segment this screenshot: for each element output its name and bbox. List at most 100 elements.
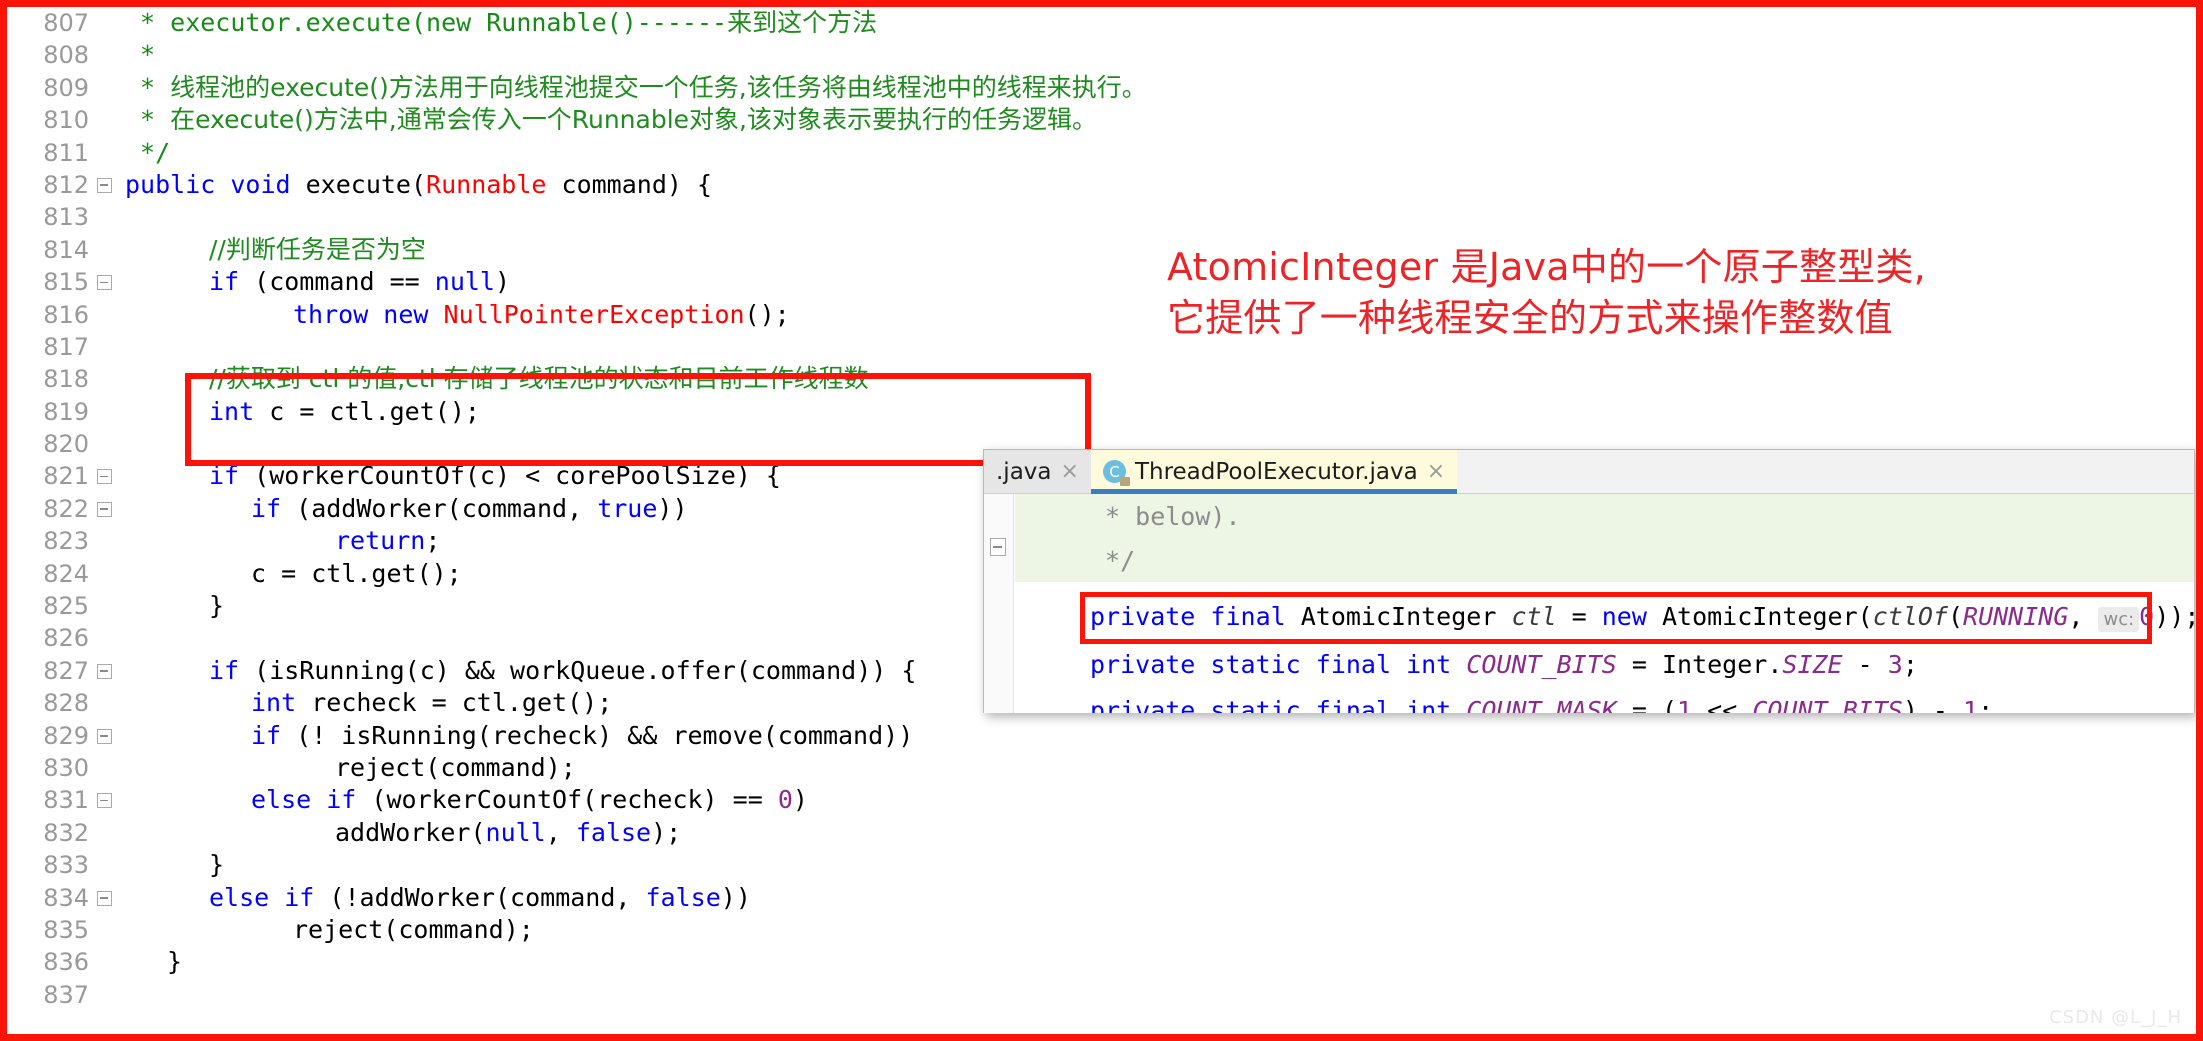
code-line[interactable]: 829 if (! isRunning(recheck) && remove(co…: [7, 720, 2196, 752]
code-text: if (addWorker(command, true)): [125, 493, 688, 525]
code-line[interactable]: 834 else if (!addWorker(command, false)): [7, 882, 2196, 914]
code-line[interactable]: 811 */: [7, 137, 2196, 169]
code-fold-icon[interactable]: [97, 177, 112, 193]
code-line[interactable]: 837: [7, 979, 2196, 1011]
code-token: execute(: [305, 169, 427, 199]
code-text: addWorker(null, false);: [125, 817, 681, 849]
code-text: if (isRunning(c) && workQueue.offer(comm…: [125, 655, 916, 687]
code-token: ) -: [1902, 696, 1964, 713]
code-line[interactable]: 835 reject(command);: [7, 914, 2196, 946]
editor-tab-inactive[interactable]: .java ×: [984, 450, 1091, 493]
code-token: recheck = ctl.get();: [311, 688, 613, 718]
line-number: 817: [43, 332, 89, 361]
code-text: int recheck = ctl.get();: [125, 687, 612, 719]
code-token: command) {: [561, 169, 713, 199]
code-line[interactable]: 810 * 在execute()方法中,通常会传入一个Runnable对象,该对…: [7, 104, 2196, 136]
tab-close-icon[interactable]: ×: [1061, 460, 1079, 483]
code-fold-icon[interactable]: [97, 501, 112, 517]
code-token: if: [251, 493, 297, 523]
line-number: 829: [43, 721, 89, 750]
code-fold-icon[interactable]: [97, 793, 112, 809]
code-text: throw new NullPointerException();: [125, 299, 790, 331]
popup-code-line[interactable]: * below).: [1090, 498, 1240, 536]
code-line[interactable]: 812 public void execute(Runnable command)…: [7, 169, 2196, 201]
code-text: }: [125, 946, 182, 978]
code-token: (workerCountOf(c) < corePoolSize) {: [254, 461, 781, 491]
code-token: addWorker(: [335, 817, 486, 847]
code-token: int: [209, 396, 270, 426]
threadpoolexecutor-popup-window[interactable]: .java × C ThreadPoolExecutor.java × * below)…: [983, 449, 2195, 713]
code-text: }: [125, 849, 224, 881]
code-token: ,: [2068, 602, 2099, 631]
code-line[interactable]: 836}: [7, 946, 2196, 978]
code-token: *: [125, 40, 156, 70]
popup-code-line[interactable]: private static final int COUNT_MASK = (1…: [1090, 692, 1993, 713]
editor-tab-active[interactable]: C ThreadPoolExecutor.java ×: [1090, 450, 1458, 494]
code-token: 3: [1887, 650, 1903, 679]
line-number: 812: [43, 170, 89, 199]
line-number: 836: [43, 948, 89, 977]
code-token: Runnable: [426, 169, 562, 199]
code-token: ctlOf: [1872, 602, 1948, 631]
popup-code-line[interactable]: private final AtomicInteger ctl = new At…: [1090, 598, 2194, 636]
code-token: if: [251, 720, 297, 750]
code-token: AtomicInteger(: [1661, 602, 1873, 631]
line-number: 833: [43, 851, 89, 880]
code-line[interactable]: 809 * 线程池的execute()方法用于向线程池提交一个任务,该任务将由线…: [7, 72, 2196, 104]
code-token: COUNT_BITS: [1466, 650, 1617, 679]
code-token: c = ctl.get();: [269, 396, 480, 426]
code-token: SIZE: [1782, 650, 1843, 679]
line-number: 809: [43, 73, 89, 102]
code-token: 1: [1963, 696, 1979, 713]
popup-code-line[interactable]: private static final int COUNT_BITS = In…: [1090, 646, 1918, 684]
code-fold-icon[interactable]: [97, 728, 112, 744]
code-text: * executor.execute(new Runnable()------来…: [125, 7, 877, 39]
code-text: //判断任务是否为空: [125, 234, 426, 266]
line-number: 814: [43, 235, 89, 264]
line-number: 825: [43, 592, 89, 621]
code-token: (workerCountOf(recheck) ==: [371, 785, 778, 815]
code-token: 来到这个方法: [727, 8, 878, 37]
line-number: 808: [43, 41, 89, 70]
code-token: COUNT_MASK: [1466, 696, 1617, 713]
line-number: 820: [43, 430, 89, 459]
code-token: AtomicInteger: [1300, 602, 1512, 631]
code-text: else if (!addWorker(command, false)): [125, 882, 751, 914]
code-line[interactable]: 831 else if (workerCountOf(recheck) == 0): [7, 784, 2196, 816]
code-line[interactable]: 808 *: [7, 39, 2196, 71]
code-token: -: [1842, 650, 1888, 679]
code-token: ctl: [1511, 602, 1557, 631]
code-fold-icon[interactable]: [97, 469, 112, 485]
popup-code-line[interactable]: */: [1090, 542, 1135, 580]
code-token: );: [651, 817, 682, 847]
code-token: public void: [125, 169, 306, 199]
code-text: * 线程池的execute()方法用于向线程池提交一个任务,该任务将由线程池中的…: [125, 72, 1147, 104]
code-token: null: [434, 267, 495, 297]
line-number: 822: [43, 494, 89, 523]
code-text: if (workerCountOf(c) < corePoolSize) {: [125, 460, 781, 492]
code-fold-icon[interactable]: [97, 275, 112, 291]
code-text: //获取到 ctl 的值,ctl 存储了线程池的状态和目前工作线程数: [125, 363, 869, 395]
code-line[interactable]: 830 reject(command);: [7, 752, 2196, 784]
code-fold-icon[interactable]: [97, 663, 112, 679]
fold-marker-icon[interactable]: [990, 538, 1006, 556]
code-line[interactable]: 807 * executor.execute(new Runnable()---…: [7, 7, 2196, 39]
code-line[interactable]: 833}: [7, 849, 2196, 881]
code-token: int: [251, 688, 312, 718]
code-token: )): [657, 493, 688, 523]
code-line[interactable]: 813: [7, 201, 2196, 233]
popup-code-body[interactable]: * below). */ private final AtomicInteger …: [984, 494, 2194, 713]
code-token: <<: [1692, 696, 1753, 713]
code-line[interactable]: 832 addWorker(null, false);: [7, 817, 2196, 849]
popup-tab-bar: .java × C ThreadPoolExecutor.java ×: [984, 450, 2194, 494]
code-line[interactable]: 819 int c = ctl.get();: [7, 396, 2196, 428]
code-token: */: [1090, 546, 1136, 575]
line-number: 816: [43, 300, 89, 329]
code-line[interactable]: 818 //获取到 ctl 的值,ctl 存储了线程池的状态和目前工作线程数: [7, 363, 2196, 395]
screenshot-root: 807 * executor.execute(new Runnable()---…: [0, 0, 2203, 1041]
tab-close-icon[interactable]: ×: [1427, 460, 1445, 483]
code-text: c = ctl.get();: [125, 558, 462, 590]
code-fold-icon[interactable]: [97, 890, 112, 906]
code-text: * 在execute()方法中,通常会传入一个Runnable对象,该对象表示要…: [125, 104, 1097, 136]
code-token: }: [167, 947, 183, 977]
